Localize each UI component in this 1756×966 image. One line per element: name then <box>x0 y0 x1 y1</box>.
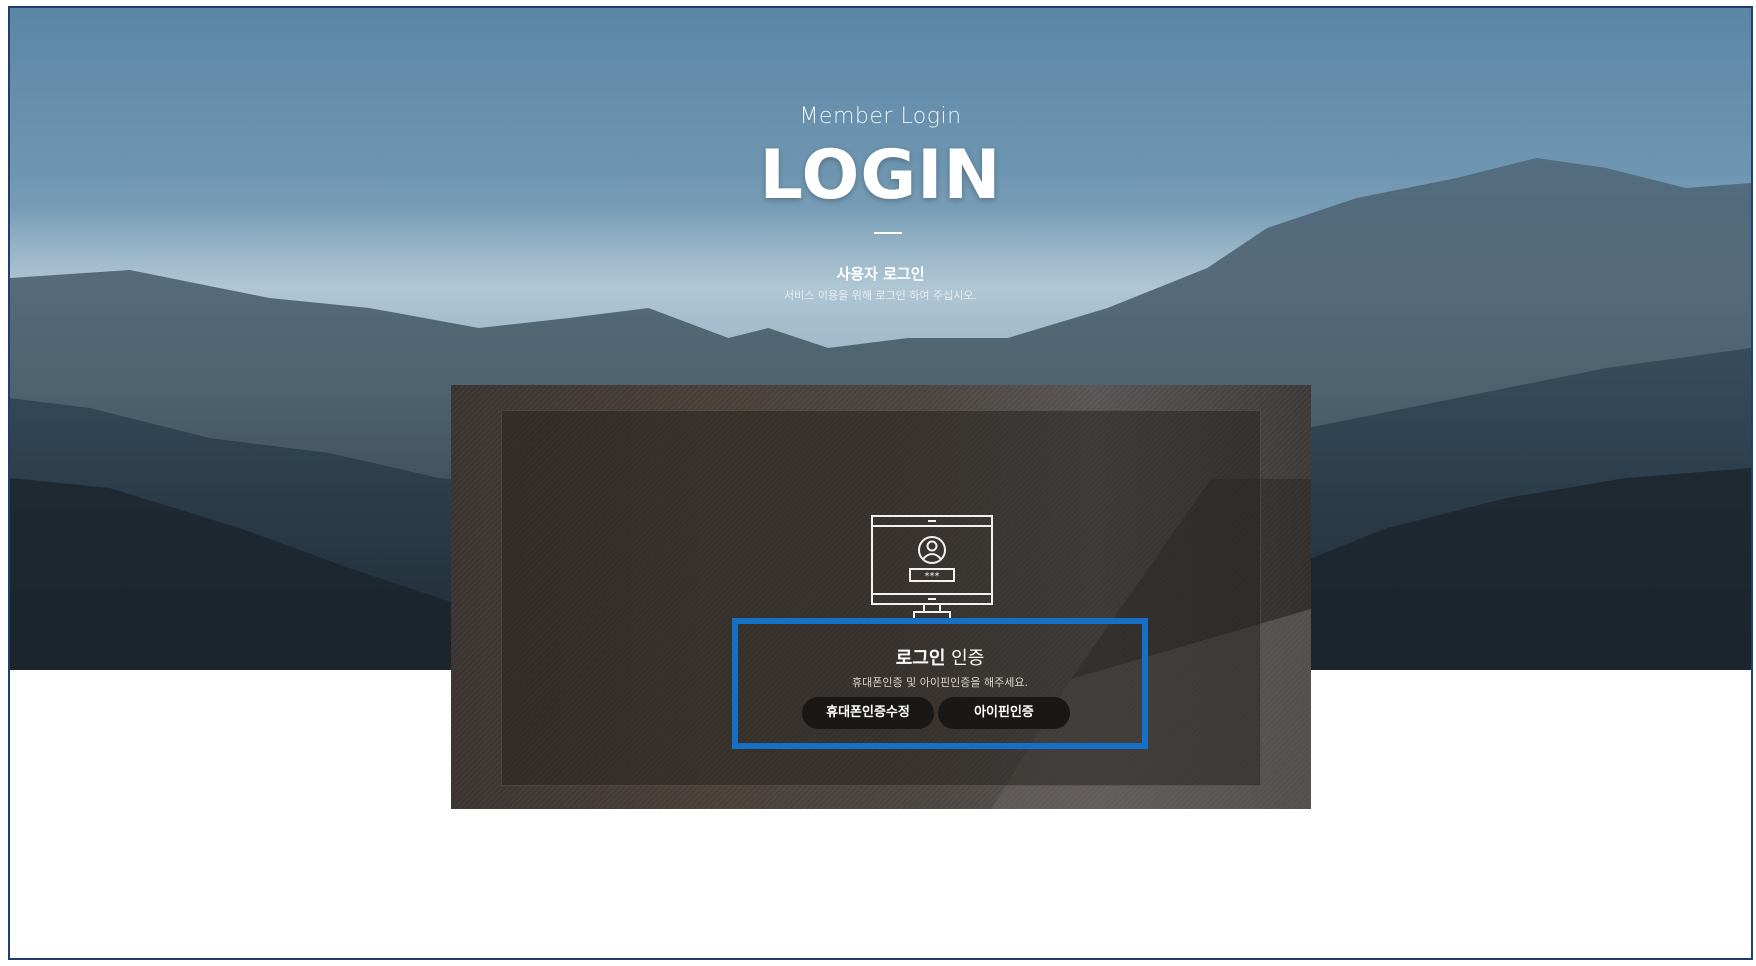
phone-verification-button[interactable]: 휴대폰인증수정 <box>802 697 934 729</box>
auth-title: 로그인 인증 <box>738 644 1142 670</box>
section-description: 서비스 이용을 위해 로그인 하여 주십시오. <box>783 289 978 302</box>
section-title: 사용자 로그인 <box>836 265 925 283</box>
auth-title-light: 인증 <box>945 648 985 669</box>
page-frame: Member Login LOGIN 사용자 로그인 서비스 이용을 위해 로그… <box>8 6 1753 960</box>
title-divider <box>874 232 902 234</box>
auth-description: 휴대폰인증 및 아이핀인증을 해주세요. <box>852 676 1028 689</box>
ipin-verification-button[interactable]: 아이핀인증 <box>938 697 1070 729</box>
hero-subtitle: Member Login <box>799 104 962 129</box>
svg-text:***: *** <box>925 571 940 582</box>
page-title: LOGIN <box>759 136 1002 215</box>
auth-title-bold: 로그인 <box>895 648 946 669</box>
login-card-inner: *** 로그인 인증 휴대폰인증 및 아이핀인증을 해주세요. 휴대폰인증수정 … <box>501 410 1261 786</box>
auth-highlight-box: 로그인 인증 휴대폰인증 및 아이핀인증을 해주세요. 휴대폰인증수정 아이핀인… <box>732 618 1148 749</box>
login-card: *** 로그인 인증 휴대폰인증 및 아이핀인증을 해주세요. 휴대폰인증수정 … <box>451 385 1311 809</box>
auth-button-row: 휴대폰인증수정 아이핀인증 <box>802 697 1102 729</box>
monitor-user-password-icon: *** <box>871 515 993 621</box>
